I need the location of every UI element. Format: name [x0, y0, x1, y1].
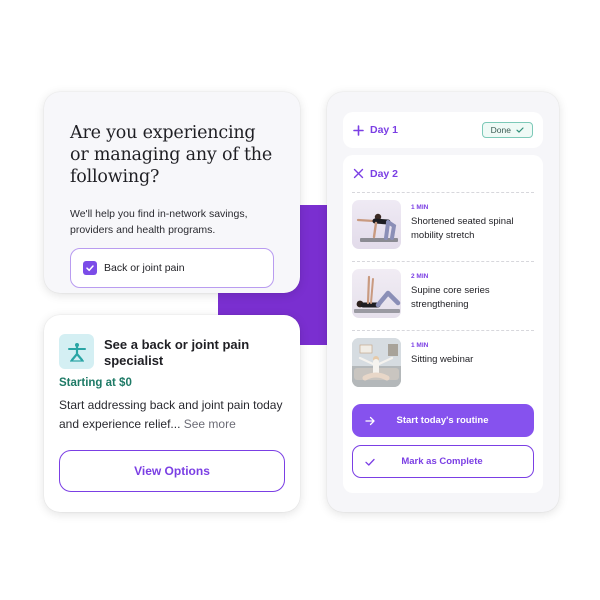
arrow-right-icon — [365, 416, 375, 425]
check-icon — [86, 265, 94, 272]
exercise-duration: 1 MIN — [411, 342, 429, 349]
specialist-card: See a back or joint pain specialist Star… — [44, 315, 300, 512]
stretching-person-icon — [59, 334, 94, 369]
exercise-duration: 1 MIN — [411, 204, 429, 211]
exercise-duration: 2 MIN — [411, 273, 429, 280]
mark-complete-label: Mark as Complete — [401, 456, 483, 467]
specialist-description: Start addressing back and joint pain tod… — [59, 396, 285, 434]
check-icon — [365, 458, 375, 466]
exercise-item[interactable]: 1 MIN Shortened seated spinal mobility s… — [352, 193, 534, 262]
exercise-thumbnail — [352, 269, 401, 318]
day-2-label: Day 2 — [370, 167, 399, 180]
checkbox-checked[interactable] — [83, 261, 97, 275]
view-options-button[interactable]: View Options — [59, 450, 285, 492]
question-card: Are you experiencing or managing any of … — [44, 92, 300, 293]
plus-icon[interactable] — [353, 124, 364, 136]
exercise-name: Shortened seated spinal mobility stretch — [411, 216, 514, 241]
description-text: Start addressing back and joint pain tod… — [59, 398, 283, 431]
mark-complete-button[interactable]: Mark as Complete — [352, 445, 534, 478]
back-joint-pain-option[interactable]: Back or joint pain — [70, 248, 274, 288]
specialist-title: See a back or joint pain specialist — [104, 337, 250, 368]
day-2-section: Day 2 1 MIN Shortened seated spinal mobi… — [343, 155, 543, 493]
check-icon — [516, 127, 524, 133]
question-title: Are you experiencing or managing any of … — [70, 123, 273, 187]
exercise-item[interactable]: 1 MIN Sitting webinar — [352, 331, 534, 400]
specialist-price: Starting at $0 — [59, 377, 132, 389]
exercise-thumbnail — [352, 338, 401, 387]
option-label: Back or joint pain — [104, 262, 185, 274]
routine-panel: Day 1 Done Day 2 1 MIN Shortened seated … — [327, 92, 559, 512]
exercise-thumbnail — [352, 200, 401, 249]
day-2-header[interactable]: Day 2 — [352, 155, 534, 193]
start-routine-button[interactable]: Start today's routine — [352, 404, 534, 437]
done-badge-label: Done — [490, 125, 511, 135]
question-subtitle: We'll help you find in-network savings, … — [70, 208, 248, 236]
day-1-label: Day 1 — [370, 124, 399, 136]
close-icon[interactable] — [353, 168, 364, 179]
done-badge: Done — [481, 122, 533, 138]
start-routine-label: Start today's routine — [396, 415, 489, 426]
exercise-item[interactable]: 2 MIN Supine core series strengthening — [352, 262, 534, 331]
exercise-name: Supine core series strengthening — [411, 285, 490, 310]
exercise-name: Sitting webinar — [411, 354, 474, 365]
see-more-link[interactable]: See more — [184, 417, 236, 431]
day-1-row[interactable]: Day 1 Done — [343, 112, 543, 148]
